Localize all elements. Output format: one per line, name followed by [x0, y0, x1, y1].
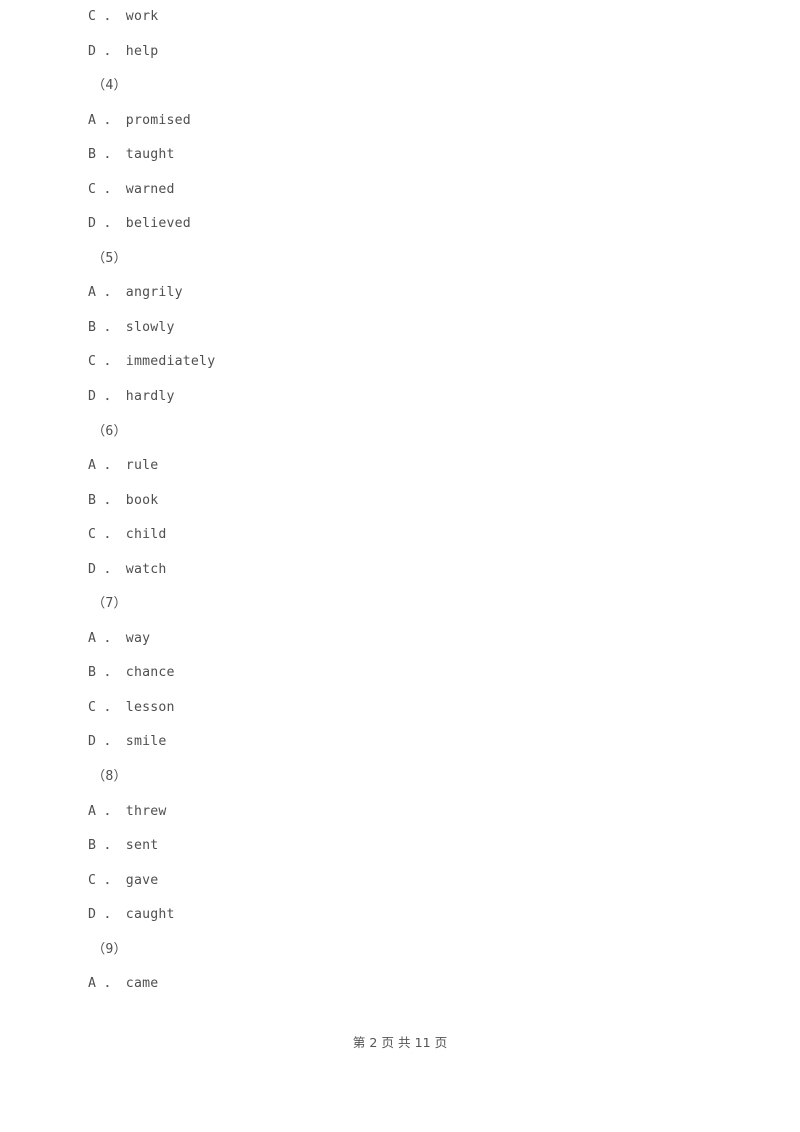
answer-option: C ． child	[88, 527, 167, 543]
page-footer: 第 2 页 共 11 页	[352, 1035, 448, 1050]
answer-option: A ． promised	[88, 112, 191, 128]
answer-option: D ． help	[88, 43, 159, 59]
answer-option: C ． gave	[88, 872, 159, 888]
question-number: （8）	[92, 769, 127, 785]
answer-option: C ． lesson	[88, 699, 175, 715]
answer-option: A ． angrily	[88, 285, 183, 301]
document-page: C ． work D ． help （4） A ． promised B ． taugh…	[0, 0, 800, 1132]
answer-option: A ． threw	[88, 803, 167, 819]
answer-option: B ． sent	[88, 838, 159, 854]
answer-option: C ． warned	[88, 181, 175, 197]
answer-option: D ． watch	[88, 561, 167, 577]
question-list: C ． work D ． help （4） A ． promised B ． taugh…	[0, 0, 800, 1002]
question-number: （6）	[92, 423, 127, 439]
answer-option: D ． hardly	[88, 389, 175, 405]
answer-option: D ． smile	[88, 734, 167, 750]
answer-option: D ． believed	[88, 216, 191, 232]
question-number: （4）	[92, 78, 127, 94]
answer-option: B ． slowly	[88, 319, 175, 335]
question-number: （7）	[92, 596, 127, 612]
answer-option: B ． book	[88, 492, 159, 508]
answer-option: A ． came	[88, 976, 159, 992]
answer-option: C ． immediately	[88, 354, 216, 370]
answer-option: C ． work	[88, 9, 159, 24]
answer-option: B ． chance	[88, 665, 175, 681]
question-number: （9）	[92, 941, 127, 957]
answer-option: A ． way	[88, 630, 151, 646]
answer-option: A ． rule	[88, 458, 159, 474]
question-number: （5）	[92, 250, 127, 266]
answer-option: D ． caught	[88, 907, 175, 923]
answer-option: B ． taught	[88, 147, 175, 163]
